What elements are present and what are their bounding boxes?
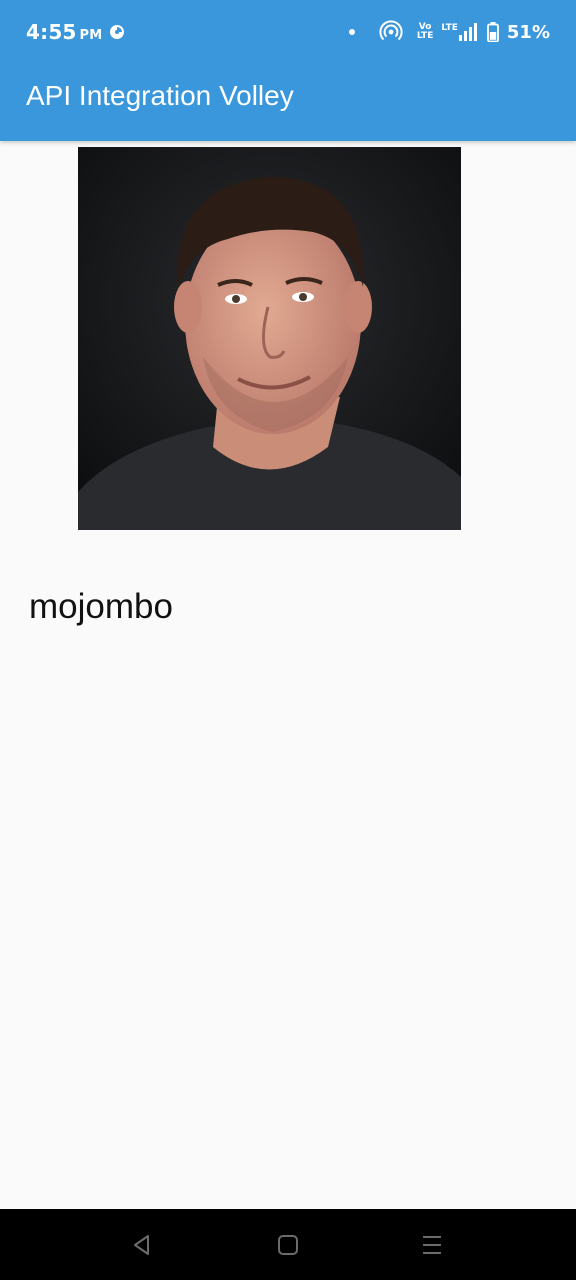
data-saver-icon	[110, 25, 124, 39]
volte-icon: Vo LTE	[416, 22, 434, 41]
status-ampm: PM	[79, 28, 103, 43]
notification-dot-icon	[348, 29, 355, 35]
lte-signal-icon: LTE	[441, 23, 477, 41]
battery-icon	[487, 22, 499, 42]
username: mojombo	[29, 587, 173, 626]
status-time: 4:55 PM	[26, 20, 103, 44]
user-avatar-image	[78, 147, 461, 530]
battery-percent: 51%	[506, 21, 550, 43]
status-icons: Vo LTE LTE 51%	[341, 18, 550, 46]
top-bar: 4:55 PM Vo LTE LTE 51% API Integration V…	[0, 0, 576, 141]
app-bar: API Integration Volley	[0, 64, 576, 141]
screen: 4:55 PM Vo LTE LTE 51% API Integration V…	[0, 0, 576, 1280]
navigation-bar	[0, 1209, 576, 1280]
home-icon[interactable]	[274, 1231, 302, 1259]
menu-icon[interactable]	[418, 1231, 446, 1259]
app-title: API Integration Volley	[26, 80, 294, 111]
lte-label: LTE	[441, 23, 458, 33]
hotspot-icon	[379, 20, 403, 41]
back-icon[interactable]	[128, 1231, 156, 1259]
status-bar: 4:55 PM Vo LTE LTE 51%	[0, 0, 576, 64]
